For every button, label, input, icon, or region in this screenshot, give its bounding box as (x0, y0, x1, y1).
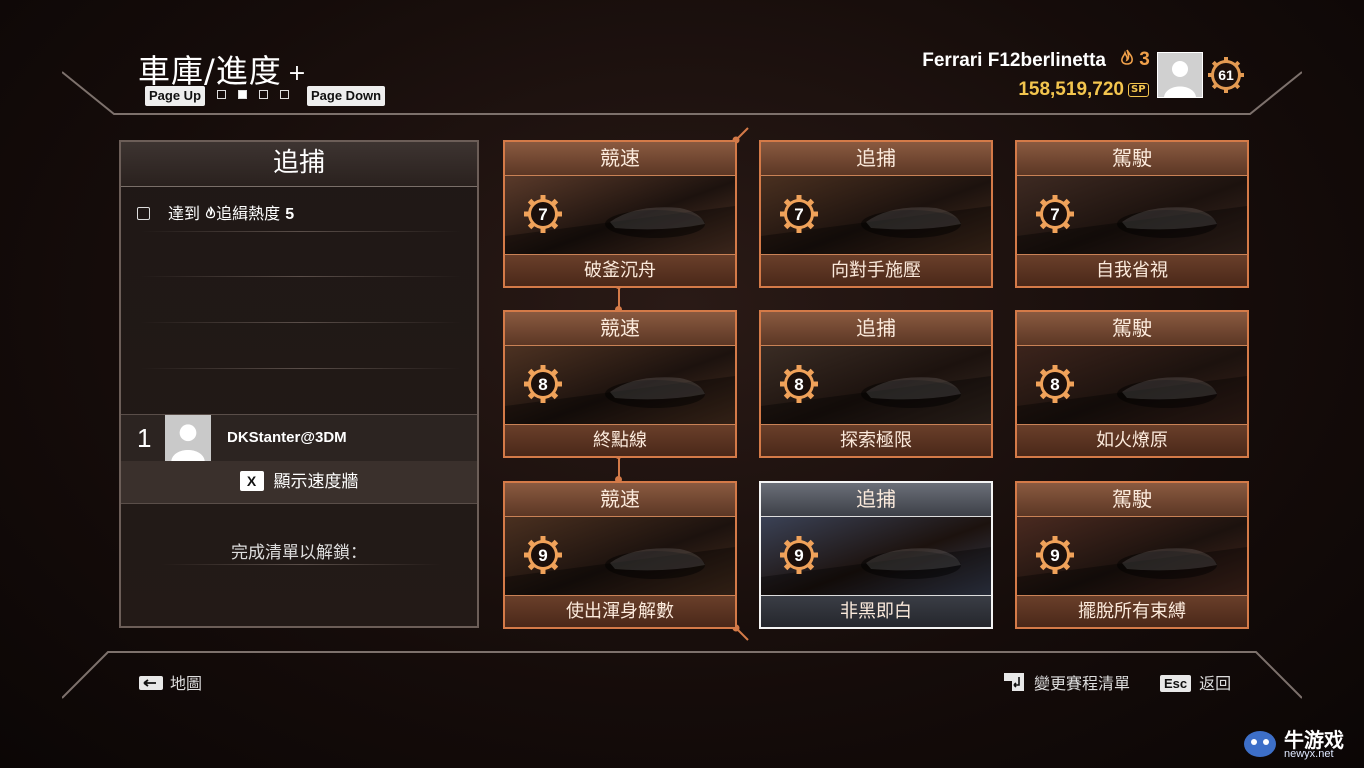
event-thumbnail: 9 (761, 517, 991, 595)
change-list-hint[interactable]: 變更賽程清單 (1002, 670, 1130, 694)
event-card[interactable]: 追捕 9 非黑即白 (759, 481, 993, 629)
gear-badge-icon: 9 (780, 536, 818, 574)
event-thumbnail: 8 (761, 346, 991, 424)
page-indicator-3 (259, 90, 268, 99)
car-name: Ferrari F12berlinetta (922, 50, 1106, 71)
event-category: 追捕 (761, 312, 991, 346)
leaderboard-row[interactable]: 1 DKStanter@3DM (121, 414, 477, 462)
divider (141, 322, 461, 323)
event-level: 9 (1050, 546, 1059, 565)
event-card[interactable]: 駕駛 9 擺脫所有束縛 (1015, 481, 1249, 629)
page-indicator-1 (217, 90, 226, 99)
event-category: 追捕 (761, 483, 991, 517)
event-name: 向對手施壓 (761, 254, 991, 286)
gear-badge-icon: 9 (1036, 536, 1074, 574)
event-level: 8 (538, 375, 547, 394)
event-card[interactable]: 駕駛 7 自我省視 (1015, 140, 1249, 288)
event-thumbnail: 8 (1017, 346, 1247, 424)
event-level: 7 (1050, 205, 1059, 224)
sp-badge: SP (1128, 83, 1149, 97)
task-item[interactable]: 達到 追緝熱度 5 (137, 200, 294, 224)
map-hint[interactable]: 地圖 (138, 670, 202, 694)
event-name: 自我省視 (1017, 254, 1247, 286)
event-level: 8 (794, 375, 803, 394)
event-category: 駕駛 (1017, 483, 1247, 517)
gear-badge-icon: 8 (524, 365, 562, 403)
event-thumbnail: 7 (761, 176, 991, 254)
x-key-icon: X (239, 471, 264, 491)
esc-key-icon: Esc (1160, 675, 1192, 692)
event-level: 9 (538, 546, 547, 565)
event-thumbnail: 9 (1017, 517, 1247, 595)
event-level: 8 (1050, 375, 1059, 394)
event-card[interactable]: 追捕 7 向對手施壓 (759, 140, 993, 288)
return-key-icon (1004, 673, 1024, 691)
player-level-badge: 61 (1208, 57, 1244, 93)
leaderboard-name: DKStanter@3DM (227, 429, 347, 446)
gear-badge-icon: 7 (524, 195, 562, 233)
panel-title: 追捕 (121, 142, 477, 187)
event-card[interactable]: 競速 7 破釜沉舟 (503, 140, 737, 288)
event-thumbnail: 8 (505, 346, 735, 424)
leaderboard-rank: 1 (137, 423, 152, 453)
page-up-button[interactable]: Page Up (145, 86, 206, 106)
event-name: 非黑即白 (761, 595, 991, 627)
checkbox-icon (137, 207, 150, 220)
event-card[interactable]: 追捕 8 探索極限 (759, 310, 993, 458)
speed-points: 158,519,720 (1018, 79, 1124, 100)
event-category: 駕駛 (1017, 142, 1247, 176)
event-thumbnail: 7 (1017, 176, 1247, 254)
watermark-url: newyx.net (1284, 748, 1334, 760)
heat-level: 3 (1120, 49, 1150, 71)
leaderboard-avatar (165, 415, 211, 461)
arrow-key-icon (139, 676, 163, 690)
event-list-panel: 追捕 達到 追緝熱度 5 1 DKStanter@3DM X 顯示速度牆 完成清單… (119, 140, 479, 628)
player-level: 61 (1218, 67, 1234, 83)
unlock-text: 完成清單以解鎖： (231, 543, 367, 563)
event-category: 競速 (505, 312, 735, 346)
event-name: 擺脫所有束縛 (1017, 595, 1247, 627)
gear-badge-icon: 8 (1036, 365, 1074, 403)
event-level: 7 (538, 205, 547, 224)
event-thumbnail: 7 (505, 176, 735, 254)
page-indicator-2 (238, 90, 247, 99)
divider (141, 231, 461, 232)
gear-badge-icon: 8 (780, 365, 818, 403)
event-category: 競速 (505, 483, 735, 517)
page-down-button[interactable]: Page Down (307, 86, 386, 106)
event-name: 使出渾身解數 (505, 595, 735, 627)
page-indicator-4 (280, 90, 289, 99)
event-name: 探索極限 (761, 424, 991, 456)
event-name: 如火燎原 (1017, 424, 1247, 456)
event-card[interactable]: 競速 8 終點線 (503, 310, 737, 458)
user-silhouette-icon (171, 424, 205, 461)
gear-badge-icon: 7 (1036, 195, 1074, 233)
event-card[interactable]: 駕駛 8 如火燎原 (1015, 310, 1249, 458)
divider (141, 276, 461, 277)
event-category: 追捕 (761, 142, 991, 176)
gear-badge-icon: 9 (524, 536, 562, 574)
event-category: 駕駛 (1017, 312, 1247, 346)
event-level: 9 (794, 546, 803, 565)
event-name: 終點線 (505, 424, 735, 456)
divider (161, 564, 441, 565)
user-silhouette-icon (1164, 61, 1196, 97)
flame-icon (205, 206, 216, 219)
back-hint[interactable]: Esc 返回 (1160, 670, 1231, 694)
flame-icon (1121, 49, 1133, 65)
player-avatar[interactable] (1157, 52, 1203, 98)
event-name: 破釜沉舟 (505, 254, 735, 286)
event-card[interactable]: 競速 9 使出渾身解數 (503, 481, 737, 629)
divider (141, 368, 461, 369)
plus-icon: + (287, 60, 308, 86)
gear-badge-icon: 7 (780, 195, 818, 233)
event-thumbnail: 9 (505, 517, 735, 595)
event-category: 競速 (505, 142, 735, 176)
show-speedwall-button[interactable]: X 顯示速度牆 (121, 461, 477, 504)
event-level: 7 (794, 205, 803, 224)
